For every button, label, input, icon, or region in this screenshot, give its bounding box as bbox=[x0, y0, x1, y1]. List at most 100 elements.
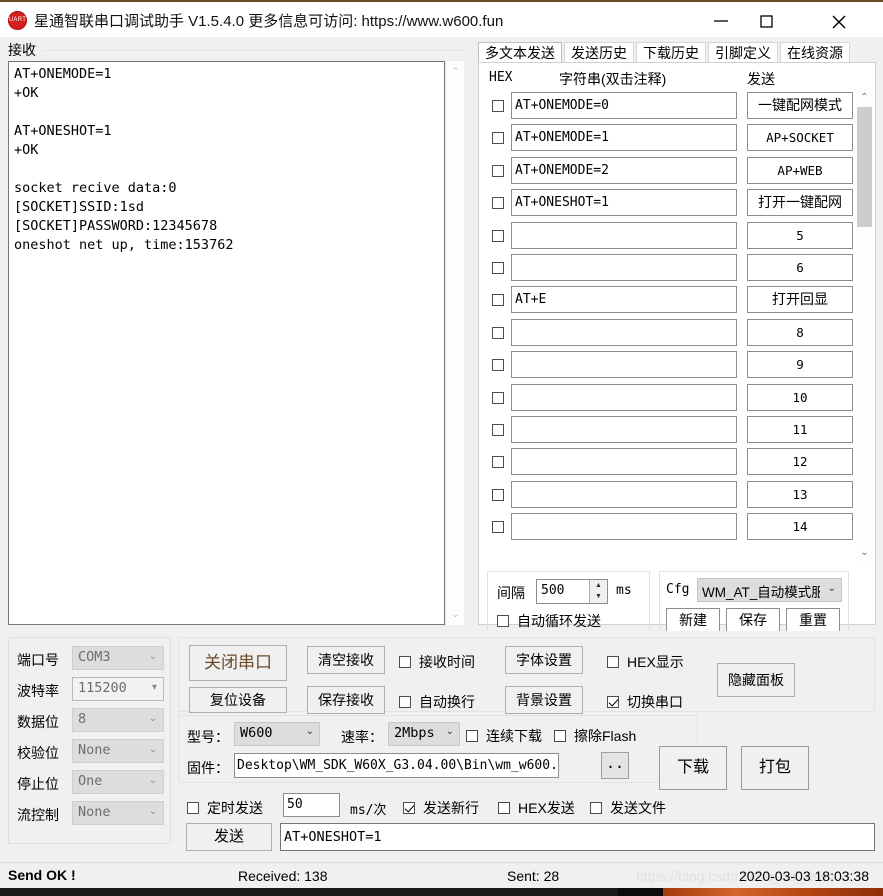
scroll-down-icon[interactable]: ⌄ bbox=[447, 606, 464, 623]
row-send-button[interactable]: 一键配网模式 bbox=[747, 92, 853, 119]
close-button[interactable] bbox=[817, 2, 863, 39]
row-send-button[interactable]: 打开回显 bbox=[747, 286, 853, 314]
continuous-download-box[interactable] bbox=[466, 730, 478, 742]
cfg-reset-button[interactable]: 重置 bbox=[786, 608, 840, 632]
row-hex-checkbox[interactable] bbox=[492, 229, 504, 242]
scroll-up-icon[interactable]: ⌃ bbox=[447, 63, 464, 80]
rows-scroll-down-icon[interactable]: ⌄ bbox=[856, 544, 873, 561]
maximize-button[interactable] bbox=[745, 2, 791, 39]
row-send-button[interactable]: 5 bbox=[747, 221, 853, 249]
tab-2[interactable]: 下载历史 bbox=[636, 42, 706, 62]
row-send-button[interactable]: 8 bbox=[747, 318, 853, 346]
tab-4[interactable]: 在线资源 bbox=[780, 42, 850, 62]
font-settings-button[interactable]: 字体设置 bbox=[505, 646, 583, 674]
row-hex-checkbox[interactable] bbox=[492, 424, 504, 436]
erase-flash-box[interactable] bbox=[554, 730, 566, 742]
send-newline-box[interactable] bbox=[403, 802, 415, 814]
interval-stepper[interactable]: 500 ▲ ▼ bbox=[536, 579, 608, 604]
row-hex-checkbox[interactable] bbox=[492, 326, 504, 339]
reset-device-button[interactable]: 复位设备 bbox=[189, 687, 287, 713]
tab-3[interactable]: 引脚定义 bbox=[708, 42, 778, 62]
row-send-button[interactable]: AP+SOCKET bbox=[747, 124, 853, 152]
row-text-input[interactable] bbox=[511, 383, 737, 411]
firmware-path-input[interactable]: Desktop\WM_SDK_W60X_G3.04.00\Bin\wm_w600… bbox=[234, 753, 559, 778]
rows-scroll-up-icon[interactable]: ⌃ bbox=[856, 89, 873, 106]
auto-wrap-box[interactable] bbox=[399, 696, 411, 708]
minimize-button[interactable] bbox=[699, 2, 745, 39]
row-text-input[interactable]: AT+ONEMODE=0 bbox=[511, 92, 737, 119]
row-hex-checkbox[interactable] bbox=[492, 521, 504, 534]
receive-textarea[interactable]: AT+ONEMODE=1 +OK AT+ONESHOT=1 +OK socket… bbox=[8, 61, 445, 625]
browse-file-button[interactable]: .. bbox=[601, 752, 629, 779]
hide-panel-button[interactable]: 隐藏面板 bbox=[717, 663, 795, 697]
row-send-button[interactable]: 9 bbox=[747, 351, 853, 379]
receive-time-box[interactable] bbox=[399, 656, 411, 668]
row-text-input[interactable] bbox=[511, 448, 737, 476]
row-text-input[interactable] bbox=[511, 351, 737, 379]
cfg-save-button[interactable]: 保存 bbox=[726, 608, 780, 632]
tab-1[interactable]: 发送历史 bbox=[564, 42, 634, 62]
serial-setting-select[interactable]: 115200 ▾ bbox=[72, 677, 164, 701]
interval-spin-up-icon[interactable]: ▲ bbox=[590, 580, 607, 591]
row-send-button[interactable]: 打开一键配网 bbox=[747, 189, 853, 217]
row-text-input[interactable] bbox=[511, 416, 737, 443]
row-hex-checkbox[interactable] bbox=[492, 132, 504, 145]
timed-send-interval-input[interactable]: 50 bbox=[283, 793, 340, 817]
cfg-new-button[interactable]: 新建 bbox=[666, 608, 720, 632]
interval-spin-down-icon[interactable]: ▼ bbox=[590, 591, 607, 602]
serial-setting-select[interactable]: One ⌄ bbox=[72, 770, 164, 794]
row-hex-checkbox[interactable] bbox=[492, 294, 504, 307]
serial-setting-select[interactable]: 8 ⌄ bbox=[72, 708, 164, 732]
serial-setting-select[interactable]: COM3 ⌄ bbox=[72, 646, 164, 670]
row-hex-checkbox[interactable] bbox=[492, 100, 504, 112]
rows-scroll-thumb[interactable] bbox=[857, 107, 872, 227]
row-send-button[interactable]: AP+WEB bbox=[747, 156, 853, 184]
download-button[interactable]: 下载 bbox=[659, 746, 727, 790]
row-text-input[interactable] bbox=[511, 513, 737, 541]
row-hex-checkbox[interactable] bbox=[492, 488, 504, 501]
row-send-button[interactable]: 14 bbox=[747, 513, 853, 541]
auto-loop-send-box[interactable] bbox=[497, 615, 509, 627]
serial-setting-select[interactable]: None ⌄ bbox=[72, 801, 164, 825]
row-send-button[interactable]: 10 bbox=[747, 383, 853, 411]
serial-setting-select[interactable]: None ⌄ bbox=[72, 739, 164, 763]
row-send-button[interactable]: 6 bbox=[747, 254, 853, 281]
row-text-input[interactable] bbox=[511, 318, 737, 346]
pack-button[interactable]: 打包 bbox=[741, 746, 809, 790]
row-text-input[interactable] bbox=[511, 480, 737, 508]
row-hex-checkbox[interactable] bbox=[492, 197, 504, 210]
timed-send-box[interactable] bbox=[187, 802, 199, 814]
save-receive-button[interactable]: 保存接收 bbox=[307, 686, 385, 714]
speed-select[interactable]: 2Mbps ⌄ bbox=[388, 722, 460, 746]
send-input[interactable]: AT+ONESHOT=1 bbox=[280, 823, 875, 851]
switch-serial-box[interactable] bbox=[607, 696, 619, 708]
row-send-button[interactable]: 11 bbox=[747, 416, 853, 443]
row-send-button[interactable]: 12 bbox=[747, 448, 853, 476]
row-text-input[interactable]: AT+ONEMODE=1 bbox=[511, 124, 737, 152]
chevron-down-icon: ⌄ bbox=[148, 775, 157, 786]
row-hex-checkbox[interactable] bbox=[492, 456, 504, 469]
row-hex-checkbox[interactable] bbox=[492, 262, 504, 274]
cfg-select[interactable]: WM_AT_自动模式服 ⌄ bbox=[697, 578, 842, 602]
tab-0[interactable]: 多文本发送 bbox=[478, 42, 562, 62]
send-button[interactable]: 发送 bbox=[186, 823, 272, 851]
receive-scrollbar[interactable]: ⌃ ⌄ bbox=[446, 61, 464, 625]
send-file-box[interactable] bbox=[590, 802, 602, 814]
close-serial-button[interactable]: 关闭串口 bbox=[189, 645, 287, 681]
row-text-input[interactable]: AT+ONEMODE=2 bbox=[511, 156, 737, 184]
row-send-button[interactable]: 13 bbox=[747, 480, 853, 508]
multitext-scrollbar[interactable]: ⌃ ⌄ bbox=[856, 89, 873, 561]
row-text-input[interactable] bbox=[511, 221, 737, 249]
hex-send-box[interactable] bbox=[498, 802, 510, 814]
clear-receive-button[interactable]: 清空接收 bbox=[307, 646, 385, 674]
interval-spin-buttons[interactable]: ▲ ▼ bbox=[589, 580, 607, 603]
row-text-input[interactable] bbox=[511, 254, 737, 281]
row-hex-checkbox[interactable] bbox=[492, 359, 504, 372]
row-text-input[interactable]: AT+ONESHOT=1 bbox=[511, 189, 737, 217]
row-text-input[interactable]: AT+E bbox=[511, 286, 737, 314]
row-hex-checkbox[interactable] bbox=[492, 391, 504, 404]
hex-display-box[interactable] bbox=[607, 656, 619, 668]
model-select[interactable]: W600 ⌄ bbox=[234, 722, 320, 746]
background-settings-button[interactable]: 背景设置 bbox=[505, 686, 583, 714]
row-hex-checkbox[interactable] bbox=[492, 164, 504, 177]
